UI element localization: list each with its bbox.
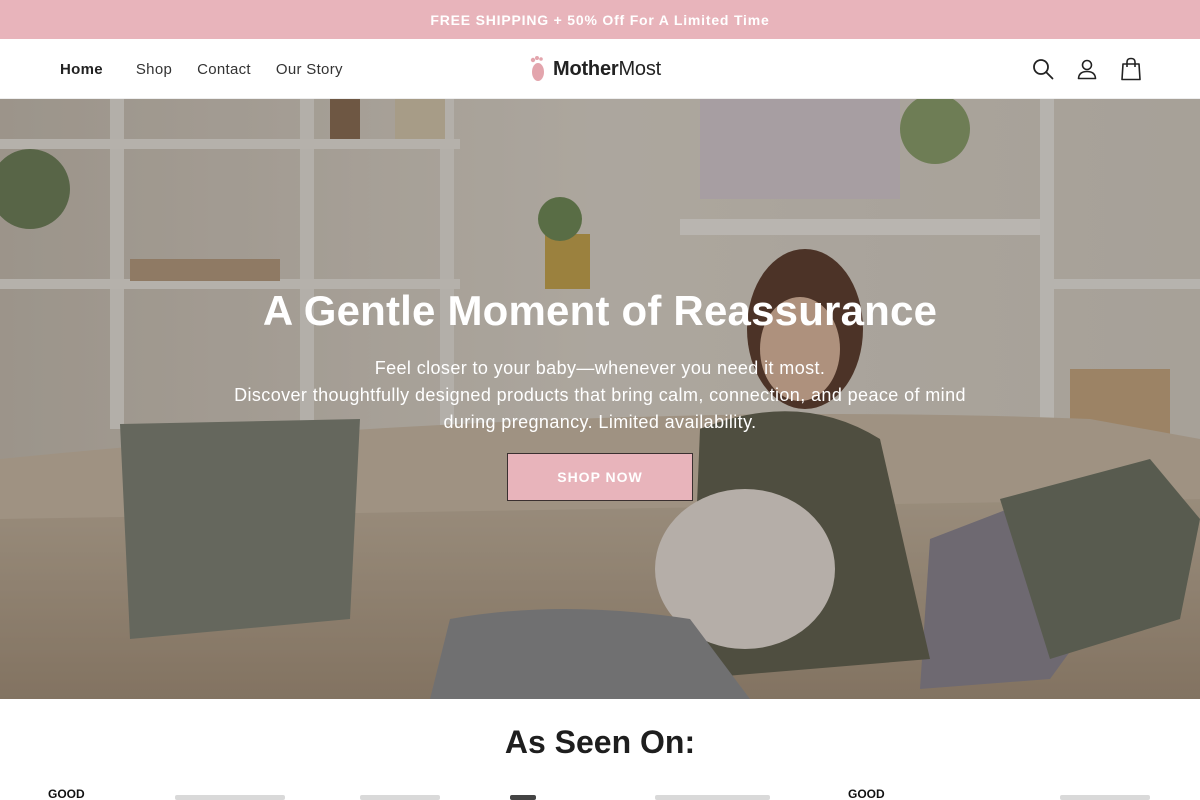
as-seen-on-heading: As Seen On: xyxy=(504,724,696,760)
logo-part-most: Most xyxy=(618,57,662,80)
press-logos-row: GOOD GOOD xyxy=(0,788,1200,800)
nav-shop[interactable]: Shop xyxy=(136,61,172,78)
search-icon[interactable] xyxy=(1030,56,1056,82)
hero-title: A Gentle Moment of Reassurance xyxy=(262,287,938,334)
press-logo-7 xyxy=(1060,795,1150,800)
footprint-icon xyxy=(530,56,544,81)
press-logo-2 xyxy=(175,795,285,800)
brand-logo[interactable]: MotherMost xyxy=(526,55,661,83)
logo-wordmark: MotherMost xyxy=(553,58,661,81)
announcement-bar: FREE SHIPPING + 50% Off For A Limited Ti… xyxy=(0,0,1200,39)
hero-banner: A Gentle Moment of Reassurance Feel clos… xyxy=(0,99,1200,699)
hero-subtitle-line-2: Discover thoughtfully designed products … xyxy=(234,385,966,432)
site-header: Home Shop Contact Our Story MotherMost xyxy=(0,39,1200,99)
main-nav: Home Shop Contact Our Story xyxy=(60,39,368,99)
nav-home[interactable]: Home xyxy=(60,61,103,78)
nav-our-story[interactable]: Our Story xyxy=(276,61,343,78)
hero-subtitle: Feel closer to your baby—whenever you ne… xyxy=(220,355,980,436)
account-icon[interactable] xyxy=(1074,56,1100,82)
press-logo-good-2: GOOD xyxy=(848,787,885,800)
header-icons xyxy=(1012,56,1144,82)
nav-contact[interactable]: Contact xyxy=(197,61,251,78)
press-logo-4 xyxy=(510,795,536,800)
announcement-text: FREE SHIPPING + 50% Off For A Limited Ti… xyxy=(430,11,770,28)
press-logo-5 xyxy=(655,795,770,800)
shop-now-button[interactable]: SHOP NOW xyxy=(507,453,693,501)
hero-subtitle-line-1: Feel closer to your baby—whenever you ne… xyxy=(374,358,826,378)
press-logo-3 xyxy=(360,795,440,800)
cart-icon[interactable] xyxy=(1118,56,1144,82)
logo-part-mother: Mother xyxy=(553,57,619,80)
press-logo-good-1: GOOD xyxy=(48,787,85,800)
